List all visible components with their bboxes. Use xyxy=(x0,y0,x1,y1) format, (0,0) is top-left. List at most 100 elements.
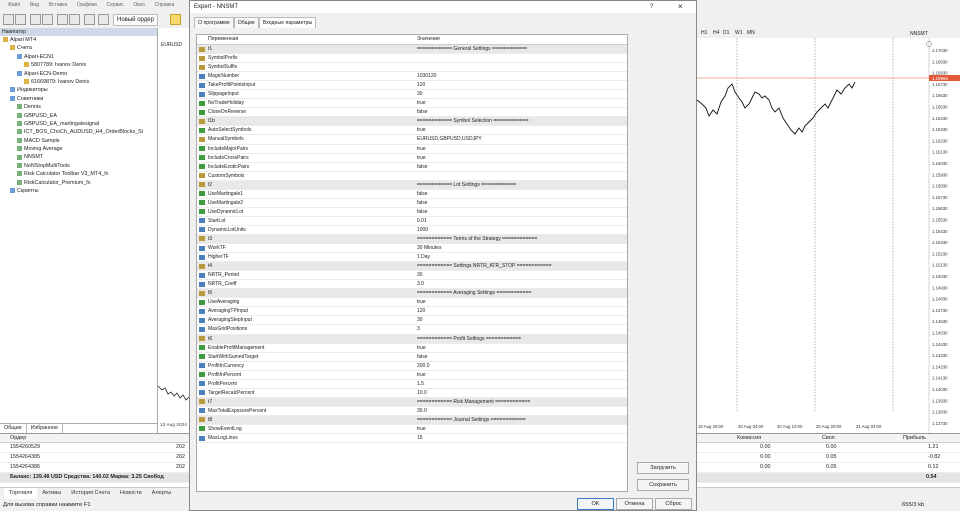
col-swap[interactable]: Своп xyxy=(822,434,835,442)
param-value[interactable]: false xyxy=(417,199,428,207)
param-value[interactable]: 120 xyxy=(417,307,425,315)
param-row[interactable]: t3 ============ Terms of the Strategy ===… xyxy=(197,234,627,245)
load-button[interactable]: Загрузить xyxy=(637,462,689,474)
param-row[interactable]: MagicNumber 1030120 xyxy=(197,72,627,82)
param-value[interactable]: 0.01 xyxy=(417,217,427,225)
param-row[interactable]: NRTR_Period 30 xyxy=(197,271,627,281)
param-row[interactable]: t7 ============ Risk Management =========… xyxy=(197,397,627,407)
help-icon[interactable]: ? xyxy=(650,1,653,13)
param-value[interactable]: 1000 xyxy=(417,226,428,234)
param-row[interactable]: UseMartingale2 false xyxy=(197,199,627,208)
tab-account-history[interactable]: История Счета xyxy=(66,488,115,499)
param-value[interactable]: true xyxy=(417,99,426,107)
navigator-item[interactable]: 5807789: Ivanov Denis xyxy=(0,61,157,69)
param-row[interactable]: CloseOnReverse false xyxy=(197,108,627,118)
tab-favorites[interactable]: Избранное xyxy=(27,424,64,433)
param-value[interactable]: false xyxy=(417,108,428,116)
param-value[interactable]: 30 xyxy=(417,90,423,98)
profiles-icon[interactable] xyxy=(15,14,26,25)
param-value[interactable]: ============ Journal Settings ==========… xyxy=(417,416,526,424)
data-window-icon[interactable] xyxy=(42,14,53,25)
navigator-item[interactable]: GBPUSD_EA_martingalesignal xyxy=(0,120,157,128)
param-row[interactable]: t5 ============ Averaging Settings ======… xyxy=(197,289,627,299)
param-row[interactable]: IncludeExoticPairs false xyxy=(197,163,627,172)
param-value[interactable]: 1 Day xyxy=(417,253,430,261)
navigator-item[interactable]: Скрипты xyxy=(0,187,157,195)
navigator-item[interactable]: ICT_BOS_ChoCh_AUDUSD_H4_OrderBlocks_Si xyxy=(0,128,157,136)
navigator-item[interactable]: Счета xyxy=(0,44,157,52)
tab-assets[interactable]: Активы xyxy=(37,488,66,499)
tf-w1[interactable]: W1 xyxy=(735,28,743,38)
param-value[interactable]: ============ Lot Settings ============ xyxy=(417,181,516,189)
save-button[interactable]: Сохранить xyxy=(637,479,689,491)
navigator-icon[interactable] xyxy=(57,14,68,25)
tf-h4[interactable]: H4 xyxy=(713,28,719,38)
param-row[interactable]: IncludeCrossPairs true xyxy=(197,154,627,163)
param-value[interactable]: true xyxy=(417,145,426,153)
param-row[interactable]: ProfitInCurrency 200.0 xyxy=(197,362,627,371)
tab-news[interactable]: Новости xyxy=(115,488,147,499)
chart-left[interactable]: EURUSD 12 Aug 2024 xyxy=(158,28,189,433)
new-chart-icon[interactable] xyxy=(3,14,14,25)
navigator-item[interactable]: Moving Average xyxy=(0,145,157,153)
param-value[interactable]: false xyxy=(417,163,428,171)
autotrading-icon[interactable] xyxy=(170,14,181,25)
param-row[interactable]: ProfitPercent 1.5 xyxy=(197,380,627,389)
param-value[interactable]: EURUSD,GBPUSD,USDJPY xyxy=(417,135,482,143)
navigator-item[interactable]: Alpari-ECN1 xyxy=(0,53,157,61)
param-value[interactable]: false xyxy=(417,208,428,216)
param-value[interactable]: true xyxy=(417,298,426,306)
param-value[interactable]: ============ General Settings ==========… xyxy=(417,45,527,53)
ok-button[interactable]: OK xyxy=(577,498,614,510)
param-value[interactable]: ============ Profit Settings ===========… xyxy=(417,335,521,343)
col-order[interactable]: Ордер xyxy=(10,434,26,442)
tab-about[interactable]: О программе xyxy=(194,17,234,28)
market-watch-icon[interactable] xyxy=(30,14,41,25)
menu-item-tools[interactable]: Сервис xyxy=(107,0,124,10)
param-row[interactable]: t8 ============ Journal Settings ========… xyxy=(197,415,627,425)
param-row[interactable]: IncludeMajorPairs true xyxy=(197,145,627,154)
param-row[interactable]: AveragingStepInput 30 xyxy=(197,316,627,326)
terminal-icon[interactable] xyxy=(69,14,80,25)
history-icon[interactable] xyxy=(98,14,109,25)
param-row[interactable]: t1b ============ Symbol Selection =======… xyxy=(197,117,627,127)
navigator-item[interactable]: NNSMT xyxy=(0,153,157,161)
param-row[interactable]: StartLot 0.01 xyxy=(197,217,627,226)
menu-item-help[interactable]: Справка xyxy=(155,0,175,10)
menu-item-file[interactable]: Файл xyxy=(8,0,20,10)
param-row[interactable]: TargetRecalcPercent 10.0 xyxy=(197,389,627,398)
tf-mn[interactable]: MN xyxy=(747,28,755,38)
param-row[interactable]: SlippageInput 30 xyxy=(197,90,627,100)
param-row[interactable]: UseMartingale1 false xyxy=(197,190,627,199)
col-variable[interactable]: Переменная xyxy=(208,35,238,44)
tab-common[interactable]: Общие xyxy=(0,424,27,433)
navigator-item[interactable]: Dennis xyxy=(0,103,157,111)
param-row[interactable]: DynamicLotUnits 1000 xyxy=(197,226,627,235)
param-row[interactable]: ProfitInPercent true xyxy=(197,371,627,380)
param-value[interactable]: ============ Symbol Selection ==========… xyxy=(417,117,529,125)
param-row[interactable]: MaxGridPositions 3 xyxy=(197,325,627,335)
param-value[interactable]: true xyxy=(417,126,426,134)
param-row[interactable]: MaxLogLines 15 xyxy=(197,434,627,444)
col-commission[interactable]: Комиссия xyxy=(737,434,761,442)
param-row[interactable]: EnableProfitManagement true xyxy=(197,344,627,353)
navigator-item[interactable]: Советники xyxy=(0,95,157,103)
menu-item-charts[interactable]: Графики xyxy=(77,0,97,10)
navigator-item[interactable]: Alpari MT4 xyxy=(0,36,157,44)
param-row[interactable]: StartWithSumedTarget false xyxy=(197,353,627,362)
navigator-item[interactable]: Risk Calculator Toolbar V3_MT4_fx xyxy=(0,170,157,178)
navigator-item[interactable]: GBPUSD_EA xyxy=(0,112,157,120)
param-value[interactable]: 120 xyxy=(417,81,425,89)
tester-icon[interactable] xyxy=(84,14,95,25)
param-row[interactable]: TakeProfitPointsInput 120 xyxy=(197,81,627,91)
menu-item-view[interactable]: Вид xyxy=(30,0,39,10)
param-value[interactable]: true xyxy=(417,154,426,162)
col-profit[interactable]: Прибыль xyxy=(903,434,926,442)
param-row[interactable]: t6 ============ Profit Settings =========… xyxy=(197,334,627,344)
param-row[interactable]: UseDynamicLot false xyxy=(197,208,627,217)
param-value[interactable]: 1.5 xyxy=(417,380,424,388)
navigator-item[interactable]: NoNStopMultiTools xyxy=(0,162,157,170)
param-value[interactable]: false xyxy=(417,353,428,361)
param-value[interactable]: ============ Settings NRTR_ATR_STOP ====… xyxy=(417,262,552,270)
param-value[interactable]: false xyxy=(417,190,428,198)
